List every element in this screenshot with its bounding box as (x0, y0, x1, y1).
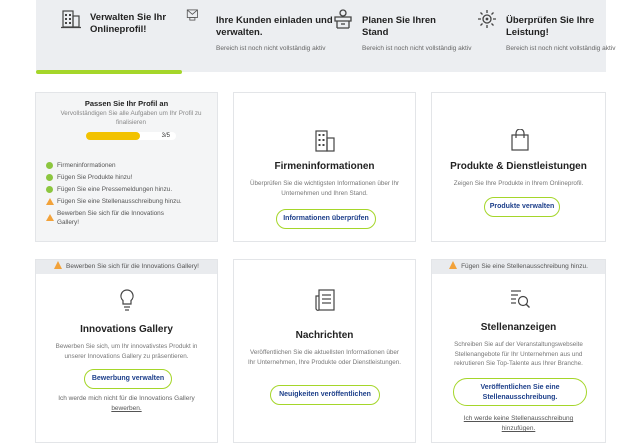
neuigkeiten-veroeffentlichen-button[interactable]: Neuigkeiten veröffentlichen (270, 385, 380, 405)
active-step-indicator (36, 70, 182, 74)
link-text[interactable]: bewerben. (111, 405, 141, 412)
card-description: Zeigen Sie Ihre Produkte in Ihrem Online… (453, 180, 584, 187)
produkte-card: Produkte & Dienstleistungen Zeigen Sie I… (431, 92, 606, 242)
stellenanzeigen-card: Fügen Sie eine Stellenausschreibung hinz… (431, 259, 606, 443)
step-title: Planen Sie Ihren Stand (362, 15, 436, 38)
informationen-pruefen-button[interactable]: Informationen überprüfen (276, 209, 376, 229)
step-title: Überprüfen Sie Ihre Leistung! (506, 15, 595, 38)
profile-progress-bar: 3/5 (86, 132, 176, 140)
invite-icon (186, 9, 198, 21)
step-status: Bereich ist noch nicht vollständig aktiv (216, 45, 326, 52)
card-description: Überprüfen Sie die wichtigsten Informati… (249, 180, 400, 197)
task-label: Bewerben Sie sich für die Innovations Ga… (57, 210, 164, 226)
link-text[interactable]: hinzufügen. (502, 425, 536, 432)
button-line: Stellenausschreibung. (482, 394, 558, 401)
button-line: Veröffentlichen Sie eine (480, 384, 560, 391)
card-title: Stellenanzeigen (480, 322, 557, 333)
building-icon (61, 10, 81, 29)
news-icon (315, 289, 335, 311)
step-status: Bereich ist noch nicht vollständig aktiv (362, 45, 472, 52)
check-icon (46, 186, 53, 193)
firmeninformationen-card: Firmeninformationen Überprüfen Sie die w… (233, 92, 416, 242)
innovations-gallery-card: Bewerben Sie sich für die Innovations Ga… (35, 259, 218, 443)
performance-icon (478, 10, 496, 28)
innovations-banner: Bewerben Sie sich für die Innovations Ga… (36, 260, 217, 274)
card-title: Firmeninformationen (274, 161, 375, 172)
warning-icon (46, 214, 54, 221)
produkte-verwalten-button[interactable]: Produkte verwalten (484, 197, 560, 217)
card-title: Innovations Gallery (80, 324, 173, 335)
card-title: Produkte & Dienstleistungen (450, 161, 587, 172)
card-description: Schreiben Sie auf der Veranstaltungswebs… (454, 341, 583, 367)
task-label: Firmeninformationen (57, 162, 116, 169)
task-label: Fügen Sie eine Pressemeldungen hinzu. (57, 186, 173, 193)
profile-card-title: Passen Sie Ihr Profil an (84, 99, 169, 108)
building-icon (315, 130, 335, 152)
link-text[interactable]: Ich werde keine Stellenausschreibung (464, 415, 573, 422)
warning-icon (449, 261, 458, 269)
warning-icon (54, 261, 63, 269)
nachrichten-card: Nachrichten Veröffentlichen Sie die aktu… (233, 259, 416, 443)
lightbulb-icon (120, 289, 134, 311)
step-title: Verwalten Sie Ihr Onlineprofil! (90, 12, 167, 35)
progress-label: 3/5 (161, 133, 170, 139)
stellen-decline-link[interactable]: Ich werde keine Stellenausschreibung hin… (432, 414, 605, 434)
warning-icon (46, 198, 54, 205)
banner-text: Fügen Sie eine Stellenausschreibung hinz… (461, 263, 588, 270)
profile-progress-card: Passen Sie Ihr Profil an Vervollständige… (35, 92, 218, 242)
profile-card-subtitle: Vervollständigen Sie alle Aufgaben um Ih… (60, 110, 202, 126)
bewerbung-verwalten-button[interactable]: Bewerbung verwalten (84, 369, 172, 389)
step-status: Bereich ist noch nicht vollständig aktiv (506, 45, 616, 52)
stellen-banner: Fügen Sie eine Stellenausschreibung hinz… (432, 260, 605, 274)
innovations-decline-link[interactable]: Ich werde mich nicht für die Innovations… (36, 394, 217, 414)
task-label: Fügen Sie eine Stellenausschreibung hinz… (57, 198, 182, 205)
card-title: Nachrichten (295, 330, 354, 341)
check-icon (46, 174, 53, 181)
shopping-bag-icon (511, 129, 529, 151)
banner-text: Bewerben Sie sich für die Innovations Ga… (66, 263, 199, 270)
task-label: Fügen Sie Produkte hinzu! (57, 174, 133, 181)
job-search-icon (511, 290, 530, 308)
steps-bar: Verwalten Sie Ihr Onlineprofil! Ihre Kun… (36, 0, 615, 72)
card-description: Veröffentlichen Sie die aktuellsten Info… (248, 349, 401, 366)
task-item[interactable]: Bewerben Sie sich für die Innovations Ga… (46, 209, 218, 229)
step-title: Ihre Kunden einladen und verwalten. (216, 15, 333, 38)
stellenausschreibung-veroeffentlichen-button[interactable]: Veröffentlichen Sie eine Stellenausschre… (453, 378, 587, 406)
stand-icon (334, 9, 352, 29)
progress-fill (86, 132, 140, 140)
check-icon (46, 162, 53, 169)
link-prefix: Ich werde mich nicht für die Innovations… (58, 395, 195, 402)
card-description: Bewerben Sie sich, um Ihr innovativstes … (55, 343, 198, 360)
